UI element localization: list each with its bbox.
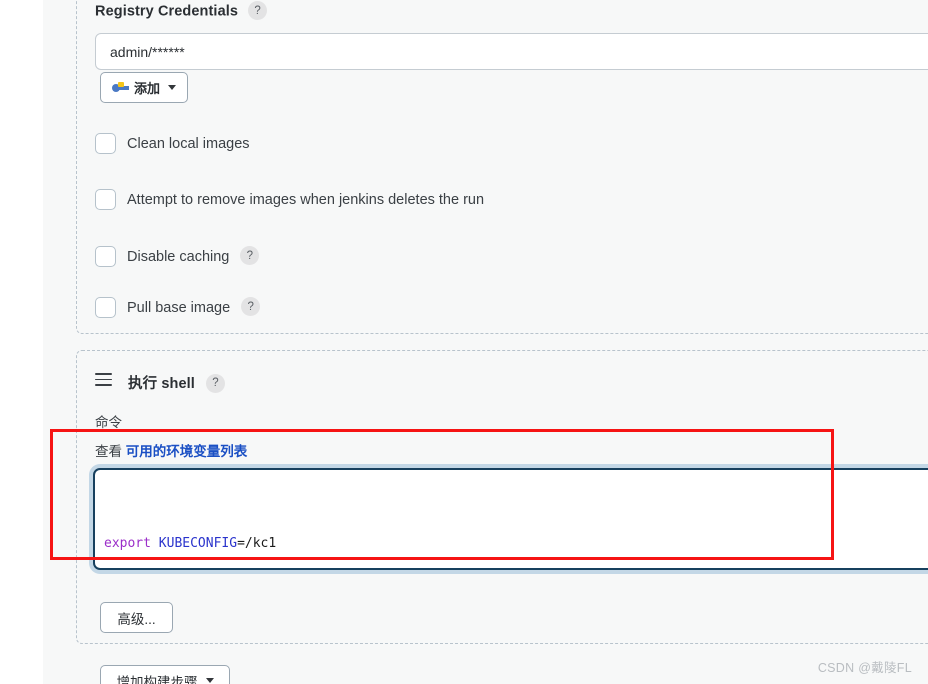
registry-credentials-label: Registry Credentials [95, 3, 239, 20]
checkbox-disable-caching[interactable] [95, 246, 116, 267]
shell-command-content: export KUBECONFIG=/kc1 /kubectl set imag… [95, 470, 928, 568]
help-icon[interactable]: ? [241, 297, 261, 316]
execute-shell-heading: 执行 shell ? [128, 372, 226, 394]
help-icon[interactable]: ? [248, 1, 268, 20]
env-variables-link-row: 查看 可用的环境变量列表 [95, 440, 247, 460]
registry-credentials-heading: Registry Credentials ? [95, 1, 268, 21]
registry-credentials-input[interactable]: admin/****** [95, 33, 928, 70]
checkbox-label: Clean local images [127, 135, 250, 152]
registry-credentials-value: admin/****** [110, 43, 185, 60]
link-prefix-text: 查看 [95, 444, 122, 459]
key-icon [111, 82, 129, 93]
checkbox-label: Attempt to remove images when jenkins de… [127, 191, 485, 208]
watermark-text: CSDN @戴陵FL [817, 661, 912, 675]
chevron-down-icon [168, 85, 176, 90]
checkbox-pull-base-image[interactable] [95, 297, 116, 318]
chevron-down-icon [205, 678, 214, 683]
checkbox-row-clean-local-images[interactable]: Clean local images [95, 133, 250, 154]
advanced-button[interactable]: 高级... [100, 602, 173, 633]
available-env-variables-link[interactable]: 可用的环境变量列表 [126, 444, 248, 459]
checkbox-label: Disable caching [127, 248, 230, 265]
advanced-button-label: 高级... [117, 611, 156, 627]
checkbox-row-remove-images-on-delete[interactable]: Attempt to remove images when jenkins de… [95, 189, 484, 210]
checkbox-row-disable-caching[interactable]: Disable caching ? [95, 246, 260, 267]
add-button-label: 添加 [133, 81, 160, 96]
drag-handle-icon[interactable] [95, 373, 112, 386]
screenshot-root: Registry Credentials ? admin/****** 添加 C… [0, 0, 928, 684]
code-token: KUBECONFIG [158, 536, 238, 551]
execute-shell-label: 执行 shell [128, 376, 195, 392]
code-token: =/kc1 [237, 536, 277, 551]
shell-command-textarea[interactable]: export KUBECONFIG=/kc1 /kubectl set imag… [93, 468, 928, 570]
add-build-step-button[interactable]: 增加构建步骤 [100, 665, 230, 684]
help-icon[interactable]: ? [240, 246, 260, 265]
code-token: export [104, 536, 159, 551]
code-line-1: export KUBECONFIG=/kc1 [104, 531, 928, 556]
add-credentials-button[interactable]: 添加 [100, 72, 188, 103]
add-build-step-label: 增加构建步骤 [116, 674, 198, 684]
help-icon[interactable]: ? [206, 373, 226, 393]
checkbox-label: Pull base image [127, 299, 231, 316]
checkbox-clean-local-images[interactable] [95, 133, 116, 154]
command-field-label: 命令 [95, 415, 122, 430]
checkbox-row-pull-base-image[interactable]: Pull base image ? [95, 297, 261, 318]
checkbox-remove-images-on-delete[interactable] [95, 189, 116, 210]
